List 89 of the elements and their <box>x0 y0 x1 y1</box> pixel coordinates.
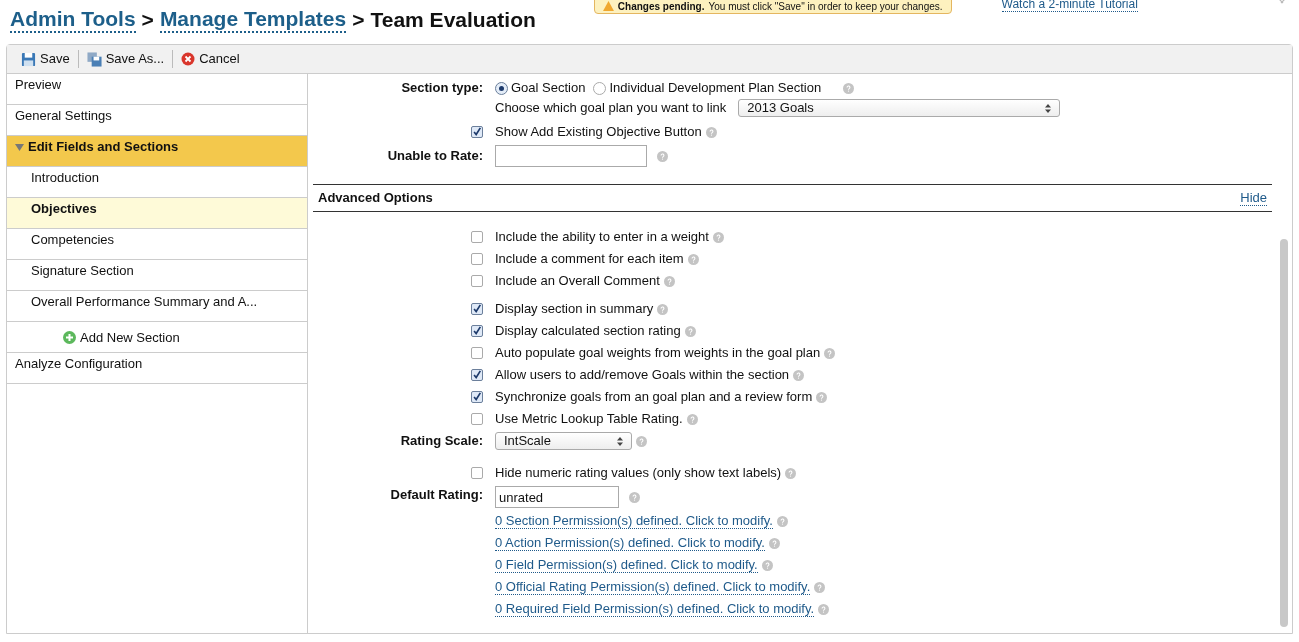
checkbox-label: Auto populate goal weights from weights in the goal plan <box>495 344 821 363</box>
help-icon[interactable] <box>712 231 724 243</box>
hide-link[interactable]: Hide <box>1240 190 1267 206</box>
sidebar-item[interactable]: Preview <box>7 74 307 105</box>
help-icon[interactable] <box>769 537 780 549</box>
radio-button[interactable] <box>593 81 607 95</box>
breadcrumb-link[interactable]: Manage Templates <box>159 6 347 33</box>
help-icon[interactable] <box>684 325 696 337</box>
radio-label: Individual Development Plan Section <box>609 79 822 98</box>
add-section-button[interactable]: Add New Section <box>63 327 180 348</box>
field-label: Default Rating: <box>389 486 483 504</box>
field-label: Section type: <box>400 80 483 97</box>
checkbox[interactable] <box>471 347 483 359</box>
help-icon[interactable] <box>776 515 788 527</box>
help-icon[interactable] <box>686 413 698 425</box>
help-icon[interactable] <box>663 275 675 287</box>
breadcrumb-link[interactable]: Admin Tools <box>10 6 136 33</box>
field-label: Unable to Rate: <box>386 147 483 165</box>
checkbox[interactable] <box>471 253 483 265</box>
checkbox-label: Display section in summary <box>495 300 654 319</box>
help-icon[interactable] <box>657 150 668 162</box>
permission-link[interactable]: 0 Field Permission(s) defined. Click to modify. <box>495 557 758 573</box>
help-icon[interactable] <box>816 391 828 403</box>
help-icon[interactable] <box>761 559 773 571</box>
toolbar-button[interactable]: Save <box>21 49 70 69</box>
checkbox-label: Show Add Existing Objective Button <box>495 123 702 142</box>
checkbox-label: Display calculated section rating <box>495 322 681 341</box>
permission-link[interactable]: 0 Action Permission(s) defined. Click to modify. <box>495 535 765 551</box>
sidebar-subitem[interactable]: Signature Section <box>7 260 307 291</box>
checkbox[interactable] <box>471 303 483 315</box>
checkbox[interactable] <box>471 413 483 425</box>
checkbox[interactable] <box>471 467 483 479</box>
checkbox-label: Allow users to add/remove Goals within the section <box>495 366 790 385</box>
checkbox-label: Hide numeric rating values (only show text labels) <box>495 464 782 483</box>
checkbox[interactable] <box>471 275 483 287</box>
tutorial-link[interactable]: Watch a 2-minute Tutorial <box>1001 0 1138 12</box>
checkbox[interactable] <box>471 325 483 337</box>
help-icon[interactable] <box>629 491 640 503</box>
dropdown[interactable]: IntScale <box>495 432 632 450</box>
floppy-disks-icon <box>86 51 102 67</box>
breadcrumb-separator: > <box>141 7 154 33</box>
help-icon[interactable] <box>814 581 826 593</box>
dropdown[interactable]: 2013 Goals <box>738 99 1061 117</box>
plus-icon <box>63 331 76 344</box>
help-icon[interactable] <box>818 603 830 615</box>
checkbox[interactable] <box>471 231 483 243</box>
text-field[interactable]: unrated <box>495 486 619 508</box>
cancel-icon <box>181 52 196 66</box>
scrollbar[interactable] <box>1280 239 1288 627</box>
help-icon[interactable] <box>843 82 855 94</box>
permission-link[interactable]: 0 Required Field Permission(s) defined. Click to modify. <box>495 601 815 617</box>
checkbox-label: Include the ability to enter in a weight <box>495 228 709 247</box>
banner-title: Changes pending. <box>617 0 705 14</box>
caret-icon <box>1045 103 1052 113</box>
help-icon[interactable] <box>687 253 699 265</box>
help-icon[interactable] <box>636 435 647 447</box>
toolbar-button[interactable]: Save As... <box>86 49 165 69</box>
help-icon[interactable] <box>705 126 717 138</box>
help-icon[interactable] <box>785 467 797 479</box>
help-icon[interactable] <box>824 347 836 359</box>
radio-button[interactable] <box>495 81 508 95</box>
sidebar-subitem[interactable]: Competencies <box>7 229 307 260</box>
radio-label: Goal Section <box>511 79 586 98</box>
page-title: Team Evaluation <box>370 7 536 32</box>
breadcrumb-separator: > <box>352 7 365 33</box>
checkbox[interactable] <box>471 369 483 381</box>
permission-link[interactable]: 0 Official Rating Permission(s) defined. Click to modify. <box>495 579 811 595</box>
checkbox[interactable] <box>471 391 483 403</box>
sidebar-item[interactable]: Edit Fields and Sections <box>7 136 307 167</box>
help-icon[interactable] <box>793 369 805 381</box>
field-label: Rating Scale: <box>399 432 483 450</box>
permission-link[interactable]: 0 Section Permission(s) defined. Click to modify. <box>495 513 773 529</box>
checkbox-label: Include a comment for each item <box>495 250 684 269</box>
checkbox-label: Use Metric Lookup Table Rating. <box>495 410 683 429</box>
checkbox-label: Include an Overall Comment <box>495 272 660 291</box>
field-label: Choose which goal plan you want to link <box>495 99 727 118</box>
disclosure-triangle-icon[interactable] <box>15 143 24 151</box>
sidebar-subitem[interactable]: Overall Performance Summary and A... <box>7 291 307 322</box>
help-icon[interactable] <box>657 303 669 315</box>
warning-icon <box>602 1 614 11</box>
caret-icon <box>617 436 623 446</box>
sidebar-item[interactable]: Analyze Configuration <box>7 353 307 384</box>
section-title: Advanced Options <box>318 189 433 208</box>
checkbox[interactable] <box>471 126 483 138</box>
text-field[interactable] <box>495 145 647 167</box>
checkbox-label: Synchronize goals from an goal plan and a review form <box>495 388 813 407</box>
sidebar-subitem[interactable]: Objectives <box>7 198 307 229</box>
banner-message: You must click "Save" in order to keep your changes. <box>708 0 943 14</box>
toolbar-button[interactable]: Cancel <box>181 49 240 69</box>
